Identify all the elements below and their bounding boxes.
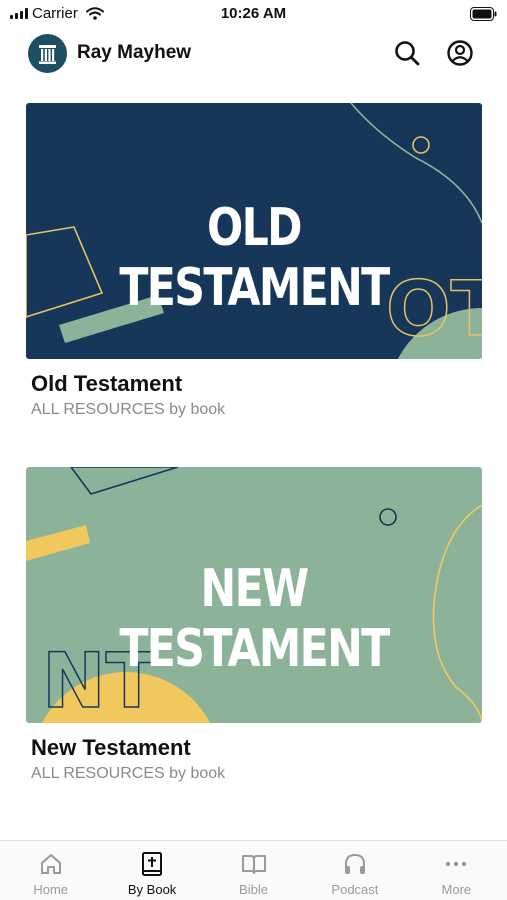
status-time: 10:26 AM xyxy=(220,5,287,22)
tab-podcast-label: Podcast xyxy=(331,882,379,897)
pillar-logo-icon xyxy=(39,45,56,64)
old-testament-card[interactable]: OT OLD TESTAMENT Old Testament ALL RESOU… xyxy=(26,103,482,419)
tab-home[interactable]: Home xyxy=(0,841,101,900)
old-testament-title: Old Testament xyxy=(31,371,183,396)
avatar-logo[interactable] xyxy=(28,34,67,73)
new-testament-artwork: NT NEW TESTAMENT xyxy=(26,467,482,723)
tab-more[interactable]: More xyxy=(406,841,507,900)
tab-home-label: Home xyxy=(33,882,69,897)
account-button[interactable] xyxy=(445,38,475,68)
app-header: Ray Mayhew xyxy=(0,28,507,78)
new-testament-title: New Testament xyxy=(31,735,191,760)
more-dots-icon xyxy=(446,861,467,867)
bottom-tab-bar: Home By Book Bible Podcast More xyxy=(0,840,507,900)
tab-more-label: More xyxy=(441,882,472,897)
tab-podcast[interactable]: Podcast xyxy=(304,841,405,900)
headphones-icon xyxy=(344,853,365,874)
new-testament-card[interactable]: NT NEW TESTAMENT New Testament ALL RESOU… xyxy=(26,467,482,783)
home-icon xyxy=(40,854,61,874)
new-testament-art-title: NEW TESTAMENT xyxy=(119,559,390,679)
search-icon xyxy=(395,41,420,66)
old-testament-artwork: OT OLD TESTAMENT xyxy=(26,103,482,359)
old-testament-art-title: OLD TESTAMENT xyxy=(119,198,390,318)
tab-by-book[interactable]: By Book xyxy=(101,841,202,900)
tab-bible[interactable]: Bible xyxy=(203,841,304,900)
battery-icon xyxy=(470,7,497,21)
tab-by-book-label: By Book xyxy=(127,882,177,897)
status-bar: Carrier 10:26 AM xyxy=(0,0,507,28)
account-icon xyxy=(447,40,473,66)
old-testament-subtitle: ALL RESOURCES by book xyxy=(31,401,226,418)
header-title: Ray Mayhew xyxy=(77,42,192,63)
search-button[interactable] xyxy=(392,38,422,68)
open-book-icon xyxy=(241,855,266,874)
bible-book-icon xyxy=(142,852,163,876)
new-testament-subtitle: ALL RESOURCES by book xyxy=(31,765,226,782)
tab-bible-label: Bible xyxy=(239,882,268,897)
